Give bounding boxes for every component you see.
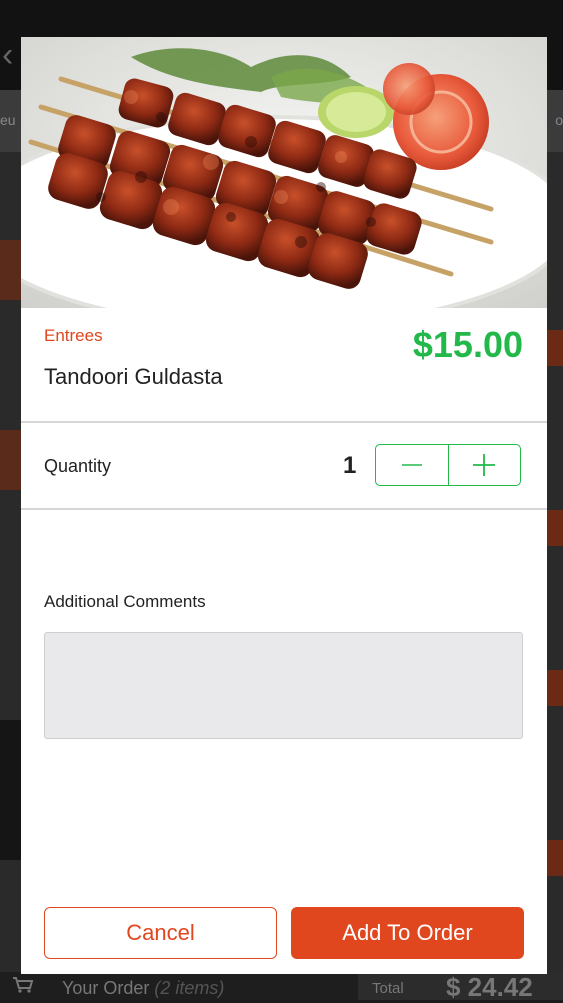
quantity-stepper [375, 444, 521, 486]
order-total: Total $ 24.42 [358, 972, 563, 1002]
add-to-order-button-label: Add To Order [342, 920, 473, 945]
background-menu-edge [0, 720, 22, 860]
quantity-value: 1 [343, 452, 357, 479]
order-total-label: Total [372, 980, 404, 997]
order-item-count: (2 items) [154, 978, 225, 998]
item-detail-dialog: Entrees Tandoori Guldasta $15.00 Quantit… [21, 37, 547, 974]
item-header: Entrees Tandoori Guldasta $15.00 [21, 308, 547, 421]
background-menu-edge [0, 240, 22, 300]
background-order-bar: Your Order (2 items) Total $ 24.42 [0, 972, 563, 1002]
background-tab-left: eu [0, 112, 16, 128]
kebab-skewers-photo [21, 37, 547, 308]
cancel-button[interactable]: Cancel [44, 907, 277, 959]
section-divider [21, 508, 547, 510]
minus-icon [401, 464, 422, 466]
cancel-button-label: Cancel [126, 920, 195, 945]
comments-label: Additional Comments [44, 592, 206, 611]
decrement-button[interactable] [376, 445, 448, 485]
increment-button[interactable] [447, 445, 521, 485]
plus-icon [473, 454, 496, 476]
item-price: $15.00 [412, 324, 523, 365]
comments-input[interactable] [44, 632, 523, 739]
section-divider [21, 421, 547, 423]
item-category: Entrees [44, 326, 103, 345]
background-tab-right: o [555, 112, 563, 128]
order-summary-label: Your Order (2 items) [62, 978, 225, 998]
background-menu-edge [0, 430, 22, 490]
back-arrow-icon: ‹ [2, 36, 14, 74]
add-to-order-button[interactable]: Add To Order [291, 907, 524, 959]
item-photo [21, 37, 547, 308]
cart-icon [13, 977, 34, 993]
quantity-label: Quantity [44, 456, 112, 476]
order-total-value: $ 24.42 [446, 972, 533, 1002]
item-name: Tandoori Guldasta [44, 364, 223, 389]
